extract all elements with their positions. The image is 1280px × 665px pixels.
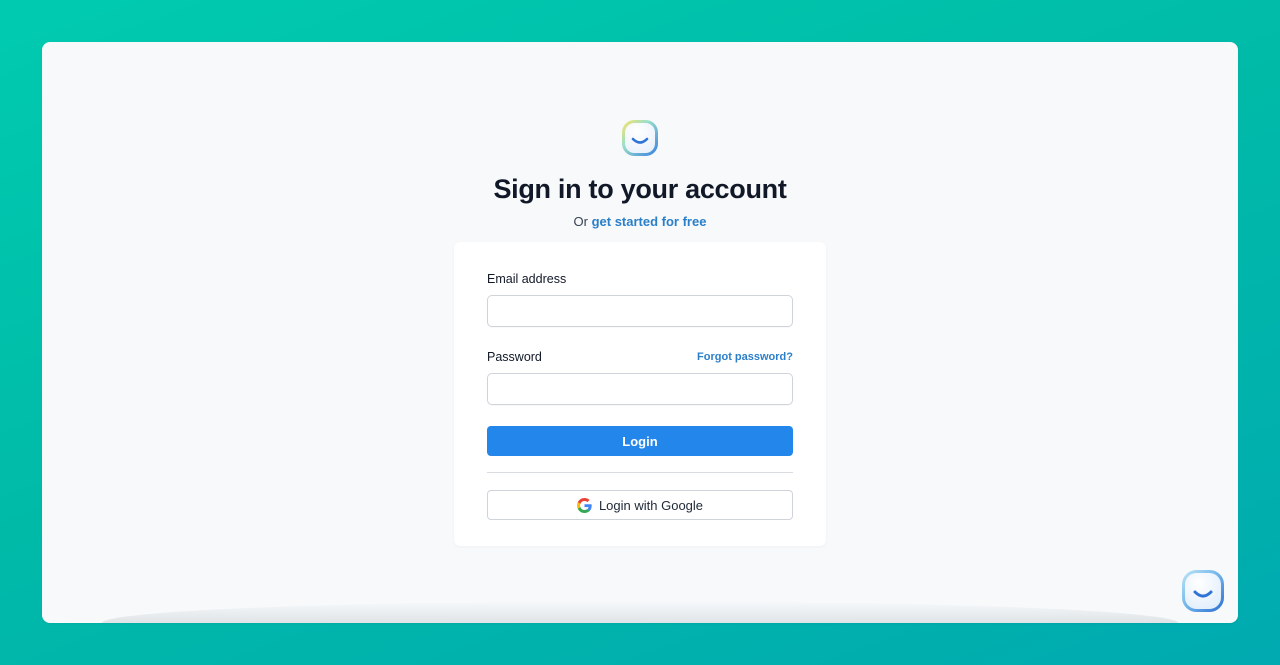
get-started-link[interactable]: get started for free bbox=[592, 214, 707, 229]
subtitle: Or get started for free bbox=[42, 214, 1238, 229]
login-button[interactable]: Login bbox=[487, 426, 793, 456]
google-login-button[interactable]: Login with Google bbox=[487, 490, 793, 520]
subtitle-prefix: Or bbox=[573, 214, 588, 229]
smiley-logo-icon bbox=[622, 120, 658, 156]
app-frame: Sign in to your account Or get started f… bbox=[42, 42, 1238, 623]
password-field[interactable] bbox=[487, 373, 793, 405]
smiley-chat-icon[interactable] bbox=[1182, 570, 1224, 612]
google-g-icon bbox=[576, 497, 592, 513]
forgot-password-link[interactable]: Forgot password? bbox=[697, 351, 793, 363]
divider bbox=[487, 472, 793, 473]
google-button-label: Login with Google bbox=[598, 497, 704, 513]
password-label: Password bbox=[487, 350, 542, 364]
email-field[interactable] bbox=[487, 295, 793, 327]
email-label: Email address bbox=[487, 272, 567, 286]
page-title: Sign in to your account bbox=[493, 174, 787, 204]
login-card: Email address Password Forgot password? … bbox=[454, 242, 826, 546]
